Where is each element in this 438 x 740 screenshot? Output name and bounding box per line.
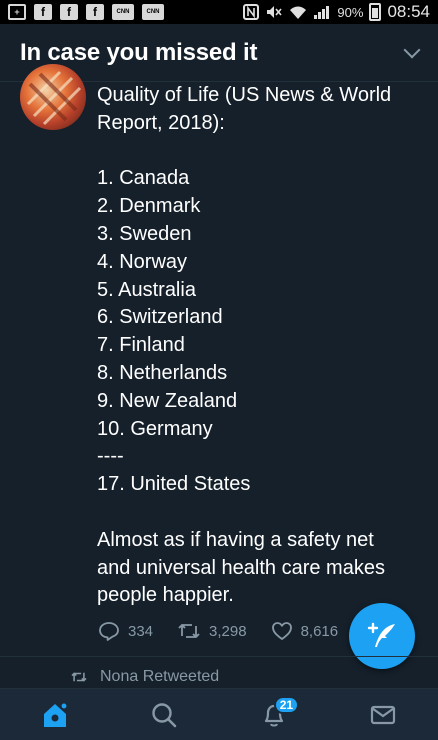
nav-notifications[interactable]: 21 — [252, 695, 300, 735]
retweet-button[interactable]: 3,298 — [177, 621, 247, 641]
like-button[interactable]: 8,616 — [271, 621, 339, 641]
tweet-line: 1. Canada — [97, 167, 190, 190]
plus-box-icon: + — [8, 4, 26, 20]
tweet-line: Quality of Life (US News & World — [97, 84, 392, 106]
tweet-line: 2. Denmark — [97, 195, 201, 218]
tweet-line: ---- — [97, 445, 124, 468]
tweet-line: and universal health care makes — [97, 556, 385, 579]
chevron-down-icon[interactable] — [403, 41, 421, 58]
bottom-nav: 21 — [0, 688, 438, 740]
tweet-line: 8. Netherlands — [97, 361, 228, 384]
tweet-line: 3. Sweden — [97, 222, 192, 245]
tweet-line: Report, 2018): — [97, 111, 225, 134]
status-bar: + f f f CNN CNN 90% 08:54 — [0, 0, 438, 24]
search-icon — [152, 702, 177, 727]
facebook-icon: f — [86, 4, 104, 20]
heart-icon — [271, 622, 292, 640]
wifi-icon — [290, 6, 307, 19]
notifications-badge: 21 — [273, 695, 300, 714]
nav-messages[interactable] — [361, 695, 405, 735]
reply-button[interactable]: 334 — [98, 621, 153, 641]
avatar-art — [26, 70, 82, 126]
tweet-line: 4. Norway — [97, 250, 188, 273]
tweet-line: 10. Germany — [97, 417, 213, 440]
cnn-icon: CNN — [112, 4, 134, 20]
tweet-line: 7. Finland — [97, 334, 185, 357]
like-count: 8,616 — [300, 622, 339, 640]
retweet-icon — [178, 624, 200, 638]
tweet-actions: 334 3,298 8,616 — [98, 621, 362, 641]
clock: 08:54 — [387, 2, 430, 21]
battery-icon — [369, 3, 382, 21]
mute-icon — [267, 6, 283, 18]
avatar[interactable] — [20, 64, 86, 130]
reply-count: 334 — [128, 622, 154, 640]
divider — [0, 656, 438, 657]
tweet-line: Almost as if having a safety net — [97, 528, 374, 551]
tweet-line: 5. Australia — [97, 278, 196, 301]
system-icons: 90% 08:54 — [243, 2, 430, 22]
cnn-icon: CNN — [142, 4, 164, 20]
envelope-icon — [371, 705, 396, 724]
compose-tweet-button[interactable] — [349, 603, 415, 669]
retweet-small-icon — [71, 672, 87, 682]
nav-search[interactable] — [142, 695, 186, 735]
nfc-icon — [243, 4, 260, 20]
tweet-line: 9. New Zealand — [97, 389, 238, 412]
battery-percent: 90% — [337, 4, 364, 20]
tweet-line: 6. Switzerland — [97, 306, 223, 329]
signal-icon — [314, 6, 330, 19]
tweet-line: 17. United States — [97, 473, 251, 496]
tweet-text: Quality of Life (US News & World Report, … — [97, 82, 417, 610]
reply-icon — [99, 622, 119, 641]
retweet-count: 3,298 — [209, 622, 247, 640]
compose-feather-icon — [367, 622, 395, 647]
nav-home[interactable] — [33, 695, 77, 735]
notification-icons: + f f f CNN CNN — [8, 4, 164, 20]
home-icon — [43, 701, 68, 727]
facebook-icon: f — [34, 4, 52, 20]
header-title: In case you missed it — [20, 38, 258, 66]
retweeted-by-label: Nona Retweeted — [100, 668, 220, 685]
facebook-icon: f — [60, 4, 78, 20]
retweeted-by[interactable]: Nona Retweeted — [70, 668, 219, 686]
